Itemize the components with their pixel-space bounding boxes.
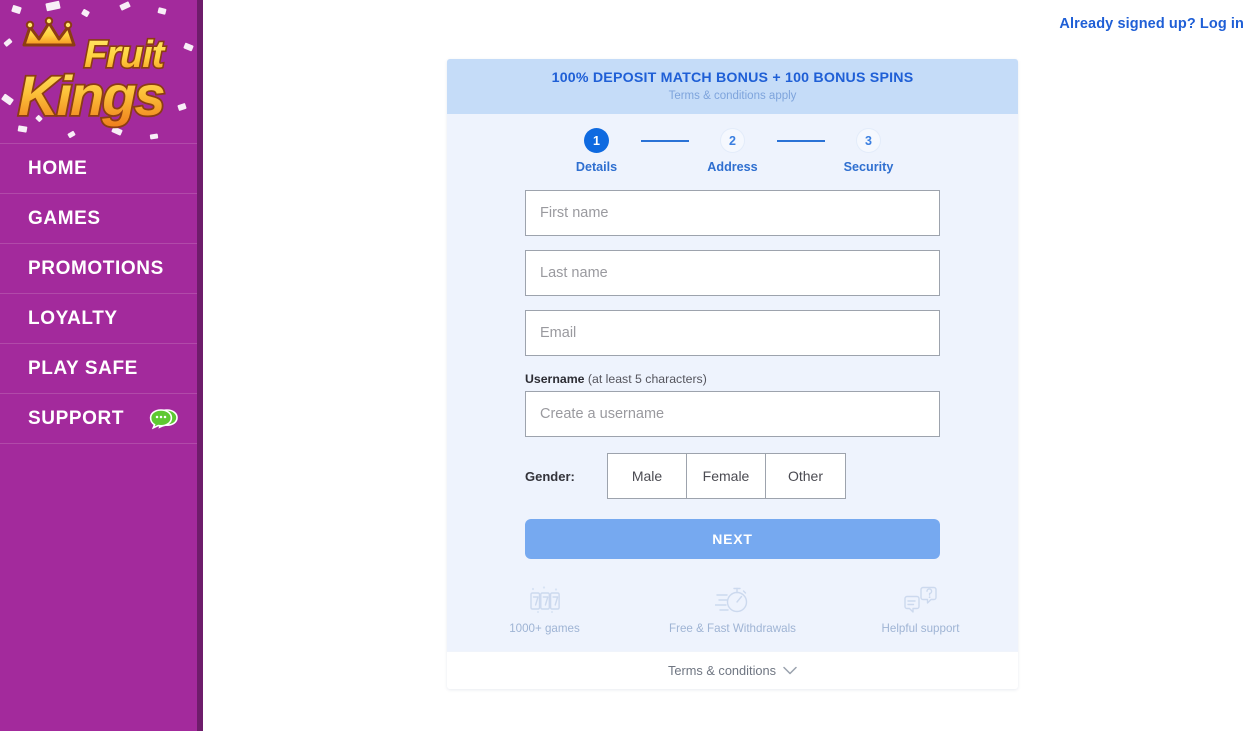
step-address[interactable]: 2 Address xyxy=(689,128,777,174)
sidebar-item-label: SUPPORT xyxy=(28,407,125,429)
sidebar-item-label: GAMES xyxy=(28,207,101,229)
feature-support: Helpful support xyxy=(851,581,991,635)
gender-option-other[interactable]: Other xyxy=(766,454,845,498)
sidebar-item-play-safe[interactable]: PLAY SAFE xyxy=(0,344,197,394)
username-input[interactable] xyxy=(525,391,940,437)
chevron-down-icon[interactable] xyxy=(783,662,797,680)
support-chat-icon xyxy=(903,581,939,615)
registration-card: 100% DEPOSIT MATCH BONUS + 100 BONUS SPI… xyxy=(447,59,1018,689)
step-number: 2 xyxy=(720,128,745,153)
feature-withdrawals: Free & Fast Withdrawals xyxy=(663,581,803,635)
last-name-input[interactable] xyxy=(525,250,940,296)
username-label: Username (at least 5 characters) xyxy=(525,372,940,386)
promo-banner-subtitle: Terms & conditions apply xyxy=(668,90,797,102)
step-label: Details xyxy=(575,160,618,174)
first-name-input[interactable] xyxy=(525,190,940,236)
gender-label: Gender: xyxy=(525,468,575,484)
logo-block[interactable]: Fruit Kings xyxy=(0,0,197,144)
feature-label: Free & Fast Withdrawals xyxy=(669,622,796,635)
step-connector xyxy=(776,140,825,142)
username-label-hint: (at least 5 characters) xyxy=(584,372,707,386)
gender-row: Gender: Male Female Other xyxy=(525,453,940,499)
registration-form: Username (at least 5 characters) Gender:… xyxy=(447,180,1018,559)
sidebar-edge-stripe xyxy=(197,0,203,731)
next-button[interactable]: NEXT xyxy=(525,519,940,559)
step-label: Security xyxy=(843,160,894,174)
sidebar-item-label: PROMOTIONS xyxy=(28,257,164,279)
svg-text:Kings: Kings xyxy=(18,64,164,127)
email-input[interactable] xyxy=(525,310,940,356)
step-number: 3 xyxy=(856,128,881,153)
gender-option-male[interactable]: Male xyxy=(608,454,687,498)
gender-selector: Male Female Other xyxy=(607,453,846,499)
sidebar-item-loyalty[interactable]: LOYALTY xyxy=(0,294,197,344)
feature-games: 1000+ games xyxy=(475,581,615,635)
sidebar-item-support[interactable]: SUPPORT xyxy=(0,394,197,444)
sidebar-item-label: PLAY SAFE xyxy=(28,357,138,379)
step-security[interactable]: 3 Security xyxy=(825,128,913,174)
sidebar-item-label: LOYALTY xyxy=(28,307,118,329)
step-connector xyxy=(640,140,689,142)
slot-777-icon xyxy=(528,581,562,615)
login-link[interactable]: Already signed up? Log in xyxy=(1059,16,1244,32)
sidebar-item-label: HOME xyxy=(28,157,88,179)
gender-option-female[interactable]: Female xyxy=(687,454,766,498)
username-label-strong: Username xyxy=(525,372,585,386)
stopwatch-icon xyxy=(714,581,751,615)
sidebar-item-home[interactable]: HOME xyxy=(0,144,197,194)
sidebar: Fruit Kings HOME GAMES PROMOTIONS LOYALT… xyxy=(0,0,197,731)
promo-banner: 100% DEPOSIT MATCH BONUS + 100 BONUS SPI… xyxy=(447,59,1018,114)
step-number: 1 xyxy=(584,128,609,153)
step-label: Address xyxy=(707,160,758,174)
chat-bubble-icon[interactable] xyxy=(149,406,179,432)
terms-label: Terms & conditions xyxy=(667,663,777,678)
terms-and-conditions-toggle[interactable]: Terms & conditions xyxy=(447,651,1018,689)
feature-label: Helpful support xyxy=(881,622,960,635)
sidebar-item-games[interactable]: GAMES xyxy=(0,194,197,244)
feature-highlights: 1000+ games Free & Fast Withdrawals Help… xyxy=(447,559,1018,651)
promo-banner-title: 100% DEPOSIT MATCH BONUS + 100 BONUS SPI… xyxy=(551,70,914,86)
page-root: Fruit Kings HOME GAMES PROMOTIONS LOYALT… xyxy=(0,0,1256,731)
logo[interactable]: Fruit Kings xyxy=(0,8,197,138)
sidebar-item-promotions[interactable]: PROMOTIONS xyxy=(0,244,197,294)
feature-label: 1000+ games xyxy=(509,622,580,635)
step-indicator: 1 Details 2 Address 3 Security xyxy=(447,114,1018,180)
step-details[interactable]: 1 Details xyxy=(553,128,641,174)
